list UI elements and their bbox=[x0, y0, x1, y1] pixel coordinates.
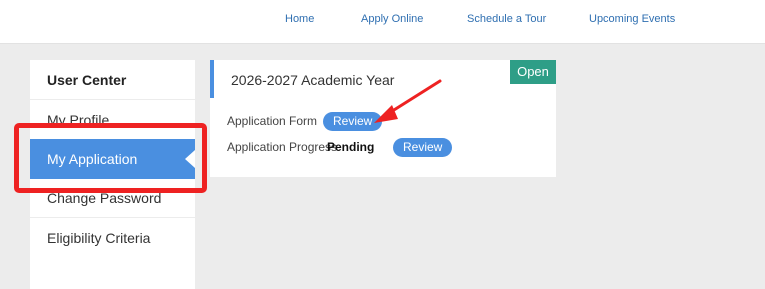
application-progress-value: Pending bbox=[327, 140, 375, 154]
sidebar-item-eligibility-criteria[interactable]: Eligibility Criteria bbox=[30, 218, 195, 258]
academic-year-title: 2026-2027 Academic Year bbox=[231, 72, 395, 88]
nav-link-schedule-tour[interactable]: Schedule a Tour bbox=[467, 13, 546, 25]
card-accent-bar bbox=[210, 60, 214, 98]
sidebar-item-label: My Application bbox=[47, 151, 138, 167]
application-progress-review-button[interactable]: Review bbox=[393, 138, 453, 157]
active-pointer-icon bbox=[185, 150, 195, 168]
application-card: 2026-2027 Academic Year Open Application… bbox=[210, 60, 556, 177]
sidebar-item-label: My Profile bbox=[47, 112, 110, 128]
nav-link-upcoming-events[interactable]: Upcoming Events bbox=[589, 13, 675, 25]
sidebar-item-my-profile[interactable]: My Profile bbox=[30, 100, 195, 140]
sidebar-item-label: Eligibility Criteria bbox=[47, 230, 151, 246]
application-form-label: Application Form bbox=[227, 114, 318, 128]
user-center-sidebar: User Center My Profile My Application Ch… bbox=[30, 60, 195, 289]
sidebar-title: User Center bbox=[30, 60, 195, 100]
nav-link-apply-online[interactable]: Apply Online bbox=[361, 13, 423, 25]
sidebar-item-change-password[interactable]: Change Password bbox=[30, 178, 195, 218]
application-progress-label: Application Progress bbox=[227, 140, 338, 154]
nav-link-home[interactable]: Home bbox=[285, 13, 314, 25]
sidebar-item-my-application[interactable]: My Application bbox=[30, 139, 195, 179]
status-badge: Open bbox=[510, 60, 556, 84]
sidebar-item-label: Change Password bbox=[47, 190, 162, 206]
application-form-review-button[interactable]: Review bbox=[323, 112, 383, 131]
top-navigation: Home Apply Online Schedule a Tour Upcomi… bbox=[0, 0, 765, 44]
